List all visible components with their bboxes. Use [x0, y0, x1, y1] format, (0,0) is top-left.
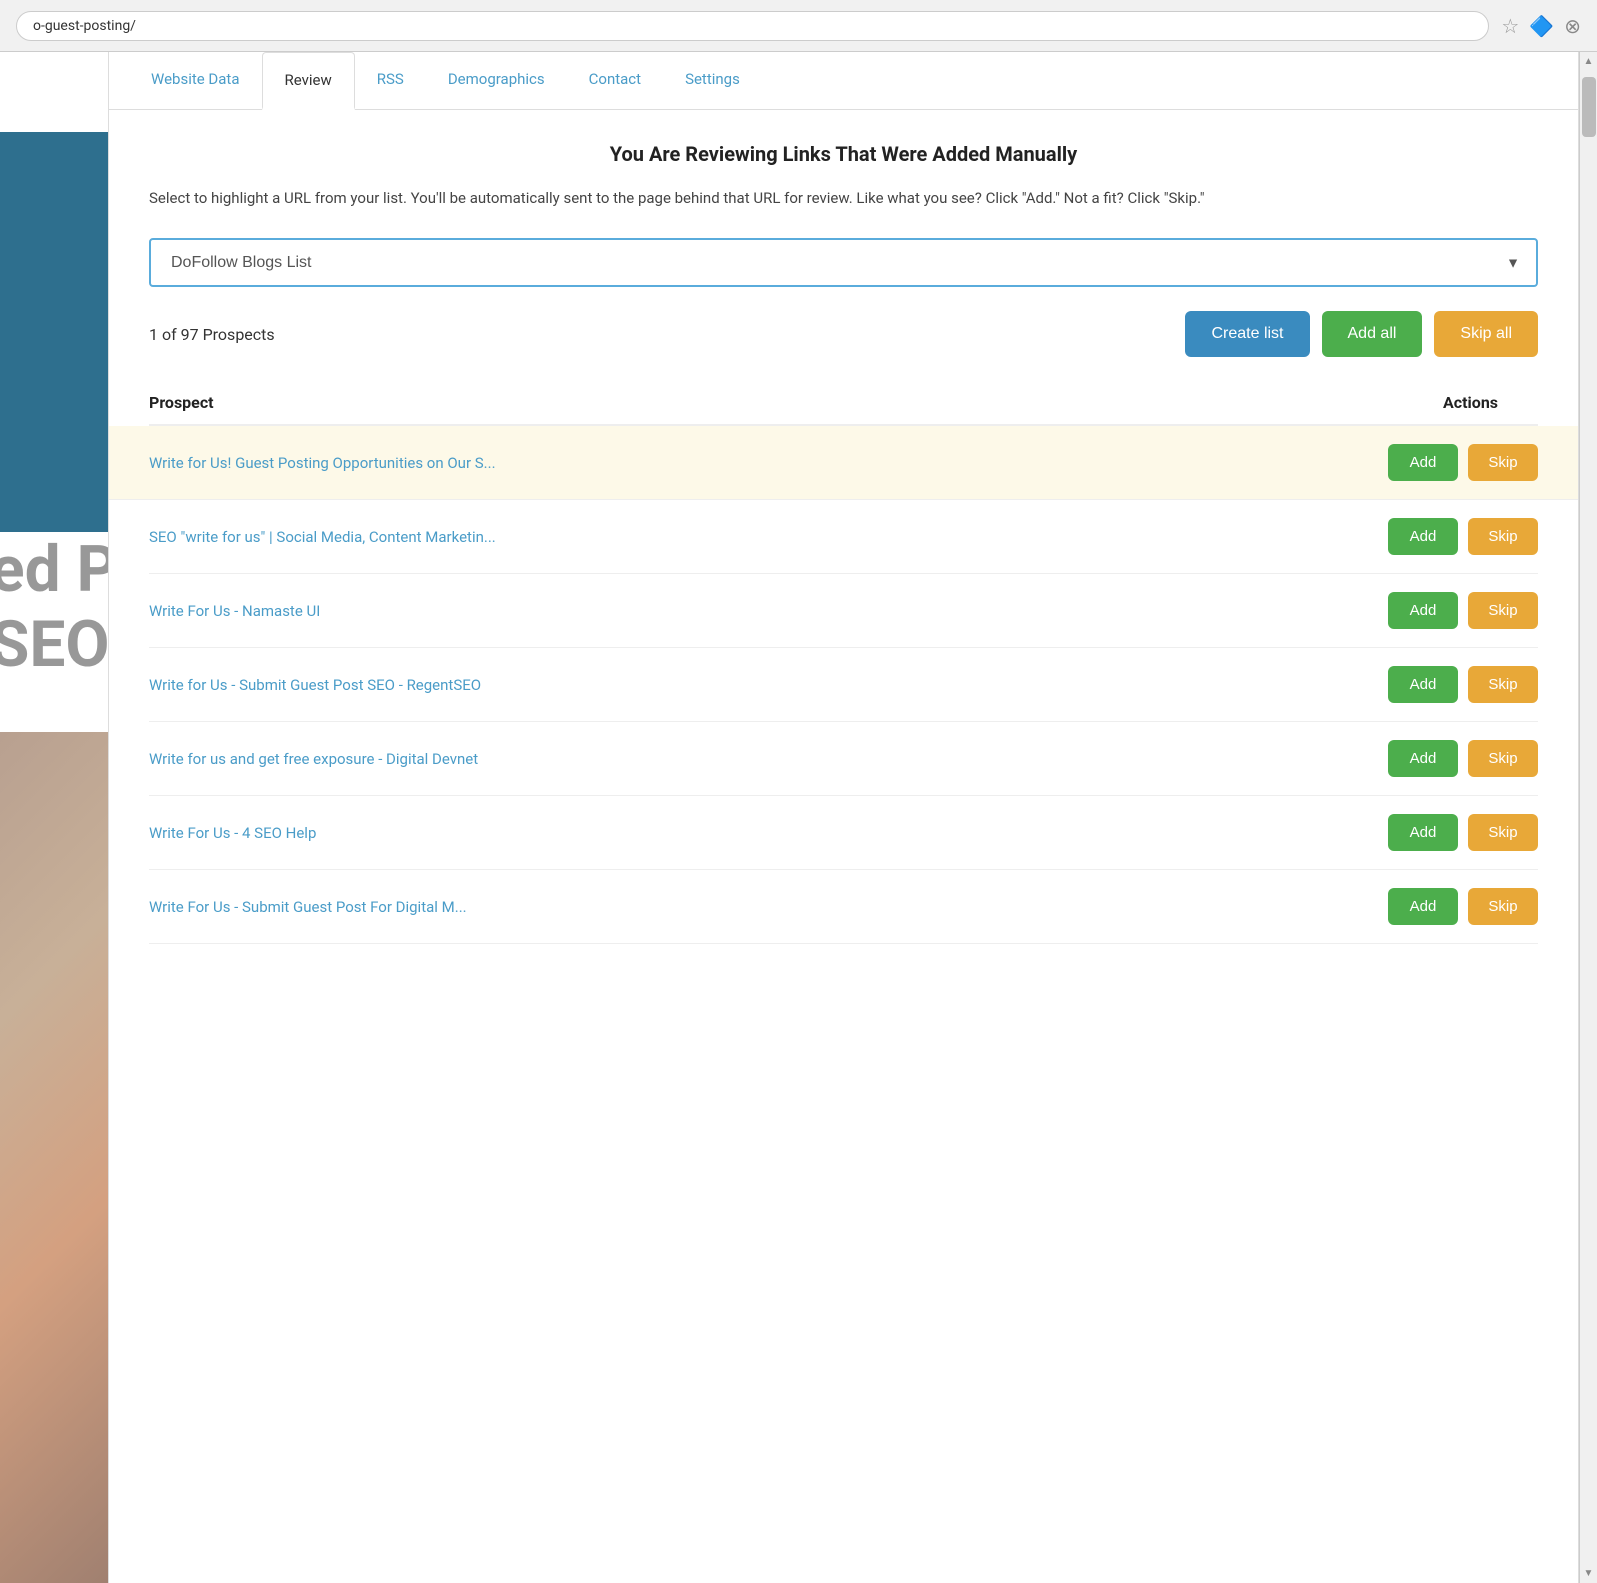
tabs-bar: Website Data Review RSS Demographics Con…: [109, 52, 1578, 110]
add-button[interactable]: Add: [1388, 888, 1458, 925]
col-actions-header: Actions: [1443, 393, 1498, 412]
star-icon[interactable]: ☆: [1501, 14, 1519, 38]
browser-icons: ☆ 🔷 ⊗: [1501, 14, 1581, 38]
table-row: Write For Us - 4 SEO Help Add Skip: [149, 796, 1538, 870]
tab-website-data[interactable]: Website Data: [129, 52, 262, 109]
add-button[interactable]: Add: [1388, 444, 1458, 481]
tab-settings[interactable]: Settings: [663, 52, 762, 109]
add-button[interactable]: Add: [1388, 592, 1458, 629]
add-button[interactable]: Add: [1388, 666, 1458, 703]
bg-blue-section: [0, 132, 108, 532]
scroll-down-arrow[interactable]: ▼: [1584, 1568, 1594, 1579]
address-bar[interactable]: o-guest-posting/: [16, 11, 1489, 41]
table-row: Write For Us - Namaste UI Add Skip: [149, 574, 1538, 648]
scroll-up-arrow[interactable]: ▲: [1584, 56, 1594, 67]
background-website: ed PoSEO: [0, 52, 108, 1583]
tab-review[interactable]: Review: [262, 52, 355, 110]
prospects-count: 1 of 97 Prospects: [149, 325, 275, 344]
add-button[interactable]: Add: [1388, 740, 1458, 777]
tab-contact[interactable]: Contact: [567, 52, 663, 109]
review-description: Select to highlight a URL from your list…: [149, 186, 1538, 210]
skip-button[interactable]: Skip: [1468, 518, 1538, 555]
table-row: Write for Us - Submit Guest Post SEO - R…: [149, 648, 1538, 722]
url-text: o-guest-posting/: [33, 18, 136, 34]
tab-rss[interactable]: RSS: [355, 52, 426, 109]
col-prospect-header: Prospect: [149, 393, 214, 412]
skip-button[interactable]: Skip: [1468, 888, 1538, 925]
table-row: Write For Us - Submit Guest Post For Dig…: [149, 870, 1538, 944]
bg-image-area: [0, 732, 108, 1583]
table-row: Write for Us! Guest Posting Opportunitie…: [109, 426, 1578, 500]
prospect-link[interactable]: Write for us and get free exposure - Dig…: [149, 750, 1368, 768]
table-row: Write for us and get free exposure - Dig…: [149, 722, 1538, 796]
scrollbar-thumb[interactable]: [1582, 77, 1596, 137]
prospects-header: 1 of 97 Prospects Create list Add all Sk…: [149, 311, 1538, 357]
action-buttons: Create list Add all Skip all: [1185, 311, 1538, 357]
main-layout: ed PoSEO Website Data Review RSS Demogra…: [0, 52, 1597, 1583]
skip-button[interactable]: Skip: [1468, 814, 1538, 851]
plugin-icon[interactable]: 🔷: [1529, 14, 1554, 38]
prospect-link[interactable]: Write For Us - 4 SEO Help: [149, 824, 1368, 842]
skip-button[interactable]: Skip: [1468, 444, 1538, 481]
skip-button[interactable]: Skip: [1468, 740, 1538, 777]
bg-text-ed: ed PoSEO: [0, 532, 108, 682]
row-action-buttons: Add Skip: [1388, 666, 1538, 703]
prospect-link[interactable]: Write for Us - Submit Guest Post SEO - R…: [149, 676, 1368, 694]
close-icon[interactable]: ⊗: [1564, 14, 1581, 38]
add-button[interactable]: Add: [1388, 814, 1458, 851]
browser-bar: o-guest-posting/ ☆ 🔷 ⊗: [0, 0, 1597, 52]
table-row: SEO "write for us" | Social Media, Conte…: [149, 500, 1538, 574]
table-header: Prospect Actions: [149, 381, 1538, 426]
skip-button[interactable]: Skip: [1468, 666, 1538, 703]
prospect-link[interactable]: SEO "write for us" | Social Media, Conte…: [149, 528, 1368, 546]
row-action-buttons: Add Skip: [1388, 814, 1538, 851]
skip-all-button[interactable]: Skip all: [1434, 311, 1538, 357]
row-action-buttons: Add Skip: [1388, 518, 1538, 555]
row-action-buttons: Add Skip: [1388, 888, 1538, 925]
skip-button[interactable]: Skip: [1468, 592, 1538, 629]
add-button[interactable]: Add: [1388, 518, 1458, 555]
row-action-buttons: Add Skip: [1388, 740, 1538, 777]
list-dropdown[interactable]: DoFollow Blogs List: [149, 238, 1538, 287]
row-action-buttons: Add Skip: [1388, 444, 1538, 481]
prospect-table: Write for Us! Guest Posting Opportunitie…: [149, 426, 1538, 944]
prospect-link[interactable]: Write For Us - Submit Guest Post For Dig…: [149, 898, 1368, 916]
review-title: You Are Reviewing Links That Were Added …: [149, 142, 1538, 166]
prospect-link[interactable]: Write For Us - Namaste UI: [149, 602, 1368, 620]
add-all-button[interactable]: Add all: [1322, 311, 1423, 357]
main-panel: Website Data Review RSS Demographics Con…: [108, 52, 1579, 1583]
tab-demographics[interactable]: Demographics: [426, 52, 567, 109]
row-action-buttons: Add Skip: [1388, 592, 1538, 629]
review-content: You Are Reviewing Links That Were Added …: [109, 110, 1578, 1583]
dropdown-wrapper[interactable]: DoFollow Blogs List ▼: [149, 238, 1538, 287]
prospect-link[interactable]: Write for Us! Guest Posting Opportunitie…: [149, 454, 1368, 472]
scrollbar[interactable]: ▲ ▼: [1579, 52, 1597, 1583]
create-list-button[interactable]: Create list: [1185, 311, 1309, 357]
